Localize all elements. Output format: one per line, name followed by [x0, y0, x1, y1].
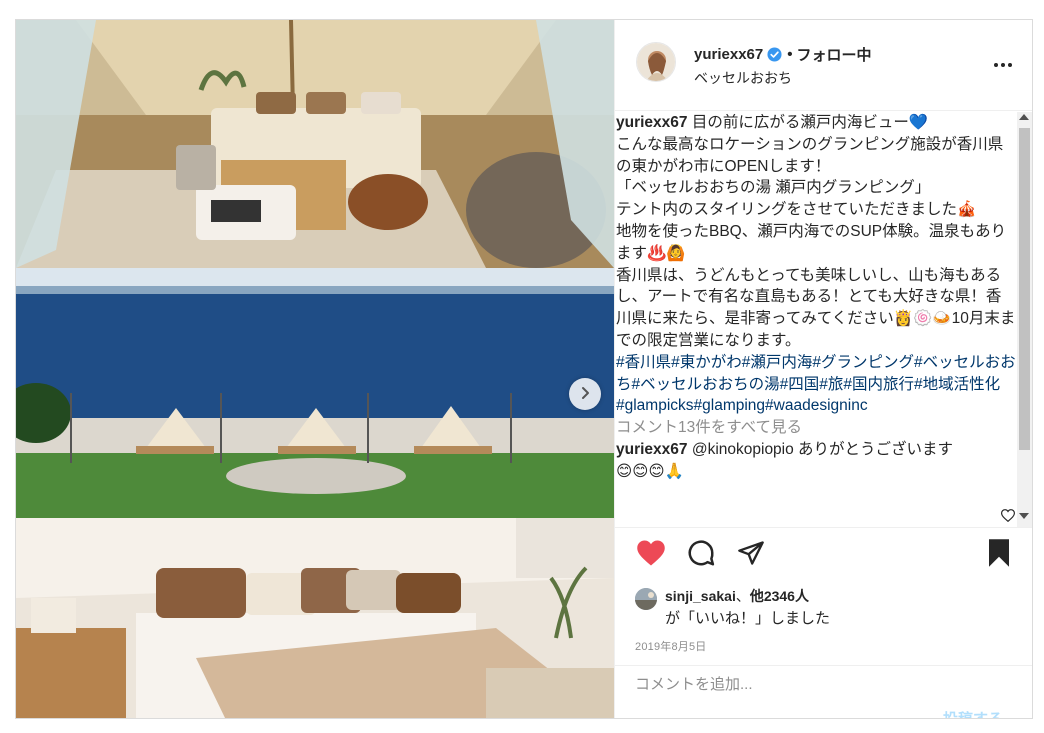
- others-liked-link[interactable]: 他2346人: [750, 588, 809, 604]
- add-comment-section: 投稿する: [615, 665, 1032, 718]
- comment-username[interactable]: yuriexx67: [616, 441, 688, 458]
- likes-joiner: 、: [735, 588, 750, 604]
- save-button[interactable]: [983, 538, 1015, 573]
- next-image-button[interactable]: [569, 378, 601, 410]
- photo-tent-bedroom: [16, 518, 614, 718]
- caption: yuriexx67 目の前に広がる瀬戸内海ビュー💙 こんな最高なロケーションのグ…: [616, 112, 1016, 483]
- caption-username[interactable]: yuriexx67: [616, 114, 688, 131]
- scrollbar-thumb[interactable]: [1019, 128, 1030, 450]
- comment-like-heart-icon[interactable]: [1000, 509, 1016, 527]
- liker-avatar[interactable]: [635, 588, 657, 610]
- like-button[interactable]: [635, 539, 667, 571]
- post-details-panel: yuriexx67 • フォロー中 ベッセルおおち yuriexx67 目の前に…: [614, 20, 1032, 718]
- comment-icon: [686, 538, 716, 573]
- verified-badge-icon: [767, 47, 782, 62]
- photo-sea-view-tents: [16, 268, 614, 518]
- username-link[interactable]: yuriexx67: [694, 46, 763, 63]
- following-button[interactable]: フォロー中: [797, 44, 872, 65]
- comments-scroll-area[interactable]: yuriexx67 目の前に広がる瀬戸内海ビュー💙 こんな最高なロケーションのグ…: [615, 112, 1032, 528]
- comment-text: @kinokopiopio ありがとうございます: [687, 440, 954, 458]
- share-button[interactable]: [735, 539, 767, 571]
- liker-username-link[interactable]: sinji_sakai: [665, 588, 736, 604]
- post-header: yuriexx67 • フォロー中 ベッセルおおち: [615, 20, 1032, 111]
- scroll-down-arrow-icon[interactable]: [1019, 513, 1029, 519]
- separator-dot: •: [787, 46, 793, 63]
- view-all-comments-link[interactable]: コメント13件をすべて見る: [616, 417, 1016, 439]
- comment-input[interactable]: [635, 672, 935, 696]
- caption-text: 目の前に広がる瀬戸内海ビュー💙 こんな最高なロケーションのグランピング施設が香川…: [616, 114, 1016, 349]
- scroll-up-arrow-icon[interactable]: [1019, 114, 1029, 120]
- post-dialog: yuriexx67 • フォロー中 ベッセルおおち yuriexx67 目の前に…: [15, 19, 1033, 719]
- location-link[interactable]: ベッセルおおち: [694, 68, 792, 88]
- comment-emojis: 😊😊😊🙏: [616, 462, 684, 480]
- likes-suffix: が「いいね！」しました: [665, 610, 831, 627]
- post-media-carousel[interactable]: [16, 20, 614, 718]
- avatar[interactable]: [636, 42, 676, 82]
- more-options-button[interactable]: [988, 54, 1018, 74]
- bookmark-filled-icon: [986, 538, 1012, 573]
- more-horizontal-icon: [993, 55, 1013, 73]
- share-icon: [736, 539, 766, 572]
- comment-item: yuriexx67 @kinokopiopio ありがとうございます: [616, 439, 1016, 461]
- photo-tent-interior: [16, 20, 614, 268]
- post-actions-bar: [615, 529, 1032, 579]
- heart-filled-icon: [636, 539, 666, 572]
- post-comment-button[interactable]: 投稿する: [943, 708, 1003, 718]
- post-date[interactable]: 2019年8月5日: [635, 638, 707, 654]
- chevron-right-icon: [578, 386, 592, 403]
- comment-button[interactable]: [685, 539, 717, 571]
- caption-hashtags[interactable]: #香川県#東かがわ#瀬戸内海#グランピング#ベッセルおおち#ベッセルおおちの湯#…: [616, 354, 1016, 415]
